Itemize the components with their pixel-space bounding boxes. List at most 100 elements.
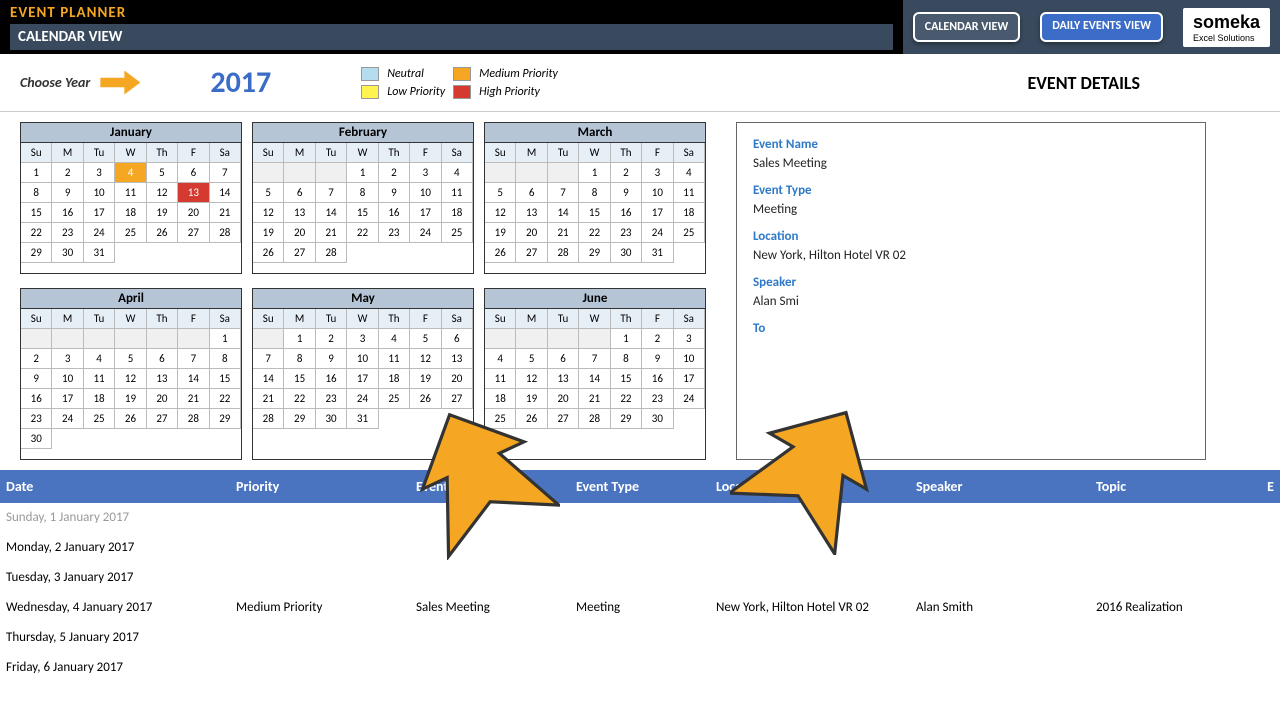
table-row[interactable]: Sunday, 1 January 2017	[0, 503, 1280, 533]
calendar-day[interactable]: 18	[674, 203, 705, 223]
calendar-day[interactable]: 17	[84, 203, 115, 223]
calendar-day[interactable]: 23	[52, 223, 83, 243]
calendar-day[interactable]: 10	[674, 349, 705, 369]
calendar-day[interactable]: 13	[284, 203, 315, 223]
table-row[interactable]: Monday, 2 January 2017	[0, 533, 1280, 563]
calendar-day[interactable]: 2	[21, 349, 52, 369]
calendar-day[interactable]: 5	[115, 349, 146, 369]
calendar-day[interactable]: 24	[642, 223, 673, 243]
calendar-day[interactable]: 4	[379, 329, 410, 349]
calendar-day[interactable]: 17	[347, 369, 378, 389]
calendar-day[interactable]: 20	[147, 389, 178, 409]
calendar-day[interactable]: 8	[210, 349, 241, 369]
calendar-day[interactable]: 6	[147, 349, 178, 369]
calendar-day[interactable]: 18	[485, 389, 516, 409]
calendar-day[interactable]: 26	[253, 243, 284, 263]
calendar-day[interactable]: 6	[548, 349, 579, 369]
daily-events-button[interactable]: DAILY EVENTS VIEW	[1040, 12, 1163, 41]
calendar-day[interactable]: 10	[84, 183, 115, 203]
calendar-day[interactable]: 27	[147, 409, 178, 429]
calendar-day[interactable]: 13	[548, 369, 579, 389]
calendar-day[interactable]: 5	[485, 183, 516, 203]
calendar-day[interactable]: 21	[316, 223, 347, 243]
calendar-day[interactable]: 10	[642, 183, 673, 203]
calendar-day[interactable]: 20	[516, 223, 547, 243]
calendar-day[interactable]: 24	[674, 389, 705, 409]
calendar-day[interactable]: 16	[52, 203, 83, 223]
calendar-day[interactable]: 6	[284, 183, 315, 203]
calendar-day[interactable]: 5	[410, 329, 441, 349]
calendar-day[interactable]: 28	[316, 243, 347, 263]
calendar-day[interactable]: 4	[84, 349, 115, 369]
calendar-day[interactable]: 25	[674, 223, 705, 243]
calendar-day[interactable]: 3	[84, 163, 115, 183]
calendar-day[interactable]: 19	[115, 389, 146, 409]
calendar-day[interactable]: 2	[611, 163, 642, 183]
calendar-day[interactable]: 25	[379, 389, 410, 409]
calendar-day[interactable]: 11	[442, 183, 473, 203]
calendar-day[interactable]: 16	[316, 369, 347, 389]
calendar-day[interactable]: 29	[579, 243, 610, 263]
calendar-day[interactable]: 15	[611, 369, 642, 389]
calendar-day[interactable]: 22	[284, 389, 315, 409]
calendar-view-button[interactable]: CALENDAR VIEW	[913, 12, 1021, 42]
year-selector[interactable]: 2017	[210, 64, 271, 101]
calendar-day[interactable]: 7	[548, 183, 579, 203]
calendar-day[interactable]: 29	[210, 409, 241, 429]
calendar-day[interactable]: 20	[442, 369, 473, 389]
calendar-day[interactable]: 15	[210, 369, 241, 389]
calendar-day[interactable]: 26	[115, 409, 146, 429]
calendar-day[interactable]: 11	[485, 369, 516, 389]
calendar-day[interactable]: 10	[347, 349, 378, 369]
calendar-day[interactable]: 7	[178, 349, 209, 369]
calendar-day[interactable]: 16	[642, 369, 673, 389]
calendar-day[interactable]: 8	[347, 183, 378, 203]
calendar-day[interactable]: 3	[410, 163, 441, 183]
calendar-day[interactable]: 1	[579, 163, 610, 183]
calendar-day[interactable]: 12	[516, 369, 547, 389]
calendar-day[interactable]: 27	[548, 409, 579, 429]
calendar-day[interactable]: 17	[642, 203, 673, 223]
calendar-day[interactable]: 6	[442, 329, 473, 349]
calendar-day[interactable]: 10	[410, 183, 441, 203]
calendar-day[interactable]: 1	[611, 329, 642, 349]
calendar-day[interactable]: 2	[379, 163, 410, 183]
calendar-day[interactable]: 18	[84, 389, 115, 409]
calendar-day[interactable]: 12	[253, 203, 284, 223]
calendar-day[interactable]: 5	[516, 349, 547, 369]
calendar-day[interactable]: 27	[442, 389, 473, 409]
calendar-day[interactable]: 8	[21, 183, 52, 203]
calendar-day[interactable]: 26	[147, 223, 178, 243]
calendar-day[interactable]: 1	[21, 163, 52, 183]
calendar-day[interactable]: 20	[178, 203, 209, 223]
calendar-day[interactable]: 28	[253, 409, 284, 429]
calendar-day[interactable]: 28	[178, 409, 209, 429]
calendar-day[interactable]: 24	[84, 223, 115, 243]
calendar-day[interactable]: 21	[210, 203, 241, 223]
calendar-day[interactable]: 18	[115, 203, 146, 223]
calendar-day[interactable]: 4	[674, 163, 705, 183]
calendar-day[interactable]: 2	[316, 329, 347, 349]
calendar-day[interactable]: 12	[410, 349, 441, 369]
calendar-day[interactable]: 18	[379, 369, 410, 389]
calendar-day[interactable]: 4	[442, 163, 473, 183]
calendar-day[interactable]: 29	[611, 409, 642, 429]
calendar-day[interactable]: 8	[284, 349, 315, 369]
calendar-day[interactable]: 17	[674, 369, 705, 389]
calendar-day[interactable]: 6	[178, 163, 209, 183]
calendar-day[interactable]: 19	[410, 369, 441, 389]
calendar-day[interactable]: 21	[178, 389, 209, 409]
calendar-day[interactable]: 31	[347, 409, 378, 429]
calendar-day[interactable]: 8	[611, 349, 642, 369]
calendar-day[interactable]: 21	[579, 389, 610, 409]
calendar-day[interactable]: 28	[579, 409, 610, 429]
calendar-day[interactable]: 7	[316, 183, 347, 203]
calendar-day[interactable]: 29	[21, 243, 52, 263]
calendar-day[interactable]: 1	[210, 329, 241, 349]
calendar-day[interactable]: 19	[253, 223, 284, 243]
calendar-day[interactable]: 31	[642, 243, 673, 263]
calendar-day[interactable]: 22	[611, 389, 642, 409]
calendar-day[interactable]: 25	[115, 223, 146, 243]
calendar-day[interactable]: 11	[674, 183, 705, 203]
calendar-day[interactable]: 14	[579, 369, 610, 389]
